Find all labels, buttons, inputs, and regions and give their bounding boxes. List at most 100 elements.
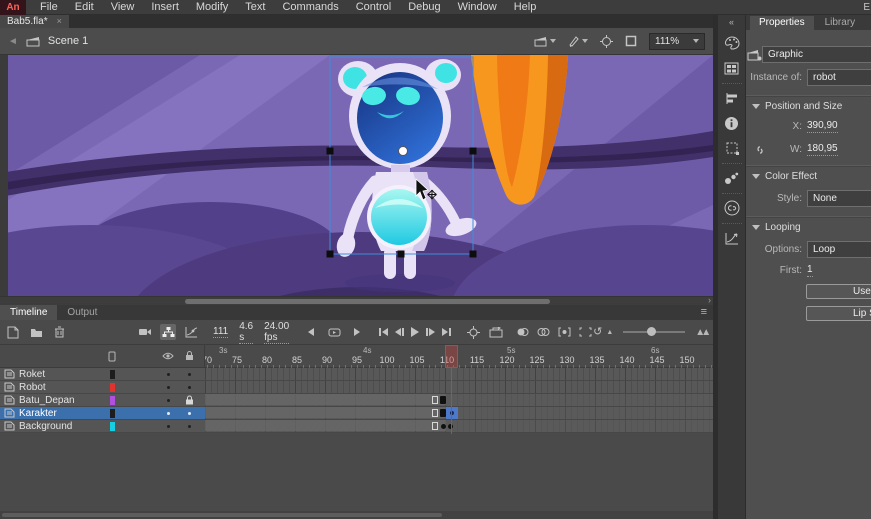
layer-lock-icon[interactable] bbox=[185, 395, 194, 405]
tab-properties[interactable]: Properties bbox=[750, 16, 814, 30]
use-frame-picker-button[interactable]: Use Fra bbox=[806, 284, 871, 299]
layer-visibility-dot[interactable] bbox=[167, 412, 170, 415]
edit-multiple-frames-button[interactable] bbox=[556, 324, 572, 340]
step-back-button[interactable] bbox=[303, 324, 319, 340]
delete-layer-button[interactable] bbox=[51, 324, 67, 340]
onion-skin-button[interactable] bbox=[514, 324, 530, 340]
clip-content-button[interactable] bbox=[625, 35, 637, 47]
onion-skin-outlines-button[interactable] bbox=[535, 324, 551, 340]
menu-view[interactable]: View bbox=[111, 0, 135, 15]
center-frame-button[interactable] bbox=[465, 324, 481, 340]
span-end-marker[interactable] bbox=[432, 422, 438, 430]
new-folder-button[interactable] bbox=[28, 324, 44, 340]
keyframe-marker[interactable] bbox=[440, 396, 446, 404]
step-forward-one-frame-button[interactable] bbox=[426, 328, 435, 336]
layer-row-karakter[interactable]: Karakter bbox=[0, 407, 205, 420]
panel-menu-icon[interactable]: ≡ bbox=[701, 305, 707, 320]
zoom-out-frames-icon[interactable]: ▲ bbox=[606, 329, 613, 336]
menu-edit[interactable]: Edit bbox=[75, 0, 94, 15]
tab-close-icon[interactable]: × bbox=[57, 15, 62, 28]
track-row-background[interactable] bbox=[205, 420, 713, 433]
layer-row-batu_depan[interactable]: Batu_Depan bbox=[0, 394, 205, 407]
color-panel-icon[interactable] bbox=[721, 32, 743, 54]
scrollbar-thumb[interactable] bbox=[2, 513, 442, 517]
visibility-column-icon[interactable] bbox=[162, 352, 174, 360]
go-to-first-frame-button[interactable] bbox=[379, 328, 388, 336]
symbol-type-select[interactable]: Graphic bbox=[762, 46, 871, 63]
transform-panel-icon[interactable] bbox=[721, 137, 743, 159]
current-frame-value[interactable]: 111 bbox=[213, 326, 228, 338]
playhead-marker[interactable] bbox=[445, 345, 458, 368]
cc-libraries-panel-icon[interactable] bbox=[721, 197, 743, 219]
track-row-robot[interactable] bbox=[205, 381, 713, 394]
frame-ruler[interactable]: 3s4s5s6s 7075808590951001051101151201251… bbox=[205, 345, 713, 368]
collapse-panels-icon[interactable]: « bbox=[729, 17, 734, 29]
back-arrow-icon[interactable]: ◄ bbox=[8, 36, 18, 47]
loop-playback-button[interactable] bbox=[326, 324, 342, 340]
menu-file[interactable]: File bbox=[40, 0, 58, 15]
brush-panel-icon[interactable] bbox=[721, 167, 743, 189]
link-width-height-icon[interactable] bbox=[754, 144, 766, 156]
camera-column-icon[interactable] bbox=[108, 351, 116, 362]
frame-span[interactable] bbox=[205, 394, 446, 405]
lip-syncing-button[interactable]: Lip S bbox=[806, 306, 871, 321]
scrollbar-thumb[interactable] bbox=[185, 299, 550, 304]
step-back-one-frame-button[interactable] bbox=[395, 328, 404, 336]
loop-options-select[interactable]: Loop bbox=[807, 241, 871, 258]
frame-span[interactable] bbox=[205, 420, 446, 431]
menu-window[interactable]: Window bbox=[458, 0, 497, 15]
zoom-in-frames-icon[interactable]: ▲▲ bbox=[695, 327, 707, 338]
section-color-effect[interactable]: Color Effect bbox=[746, 166, 871, 184]
step-forward-button[interactable] bbox=[349, 324, 365, 340]
scene-name[interactable]: Scene 1 bbox=[48, 35, 88, 47]
menu-commands[interactable]: Commands bbox=[282, 0, 338, 15]
menu-text[interactable]: Text bbox=[245, 0, 265, 15]
section-looping[interactable]: Looping bbox=[746, 217, 871, 235]
modify-markers-button[interactable] bbox=[577, 324, 593, 340]
instance-name-field[interactable]: robot bbox=[807, 69, 871, 86]
menu-modify[interactable]: Modify bbox=[196, 0, 228, 15]
stage-horizontal-scrollbar[interactable]: › bbox=[0, 296, 713, 305]
layer-lock-dot[interactable] bbox=[188, 386, 191, 389]
selected-frame-cell[interactable] bbox=[446, 407, 458, 419]
camera-button[interactable] bbox=[137, 324, 153, 340]
timeline-horizontal-scrollbar[interactable] bbox=[0, 511, 713, 519]
center-stage-button[interactable] bbox=[600, 35, 613, 48]
go-to-last-frame-button[interactable] bbox=[442, 328, 451, 336]
tab-timeline[interactable]: Timeline bbox=[0, 305, 57, 320]
document-tab[interactable]: Bab5.fla* × bbox=[0, 15, 69, 28]
graph-editor-button[interactable] bbox=[183, 324, 199, 340]
tab-output[interactable]: Output bbox=[57, 305, 107, 320]
style-select[interactable]: None bbox=[807, 190, 871, 207]
menu-debug[interactable]: Debug bbox=[408, 0, 440, 15]
layer-row-roket[interactable]: Roket bbox=[0, 368, 205, 381]
track-row-batu_depan[interactable] bbox=[205, 394, 713, 407]
menu-insert[interactable]: Insert bbox=[151, 0, 179, 15]
elapsed-time-value[interactable]: 4.6 s bbox=[239, 321, 253, 344]
layer-lock-dot[interactable] bbox=[188, 425, 191, 428]
layer-row-background[interactable]: Background bbox=[0, 420, 205, 433]
slider-knob[interactable] bbox=[647, 327, 656, 336]
layer-visibility-dot[interactable] bbox=[167, 399, 170, 402]
layer-visibility-dot[interactable] bbox=[167, 373, 170, 376]
edit-scene-button[interactable] bbox=[534, 36, 556, 47]
menu-help[interactable]: Help bbox=[514, 0, 537, 15]
motion-editor-panel-icon[interactable] bbox=[721, 227, 743, 249]
section-position-size[interactable]: Position and Size bbox=[746, 96, 871, 114]
layer-lock-dot[interactable] bbox=[188, 412, 191, 415]
zoom-level-select[interactable]: 111% bbox=[649, 33, 705, 50]
x-value[interactable]: 390,90 bbox=[807, 120, 838, 133]
layer-lock-dot[interactable] bbox=[188, 373, 191, 376]
layer-parenting-button[interactable] bbox=[160, 324, 176, 340]
animate-logo[interactable]: An bbox=[0, 0, 26, 15]
span-end-marker[interactable] bbox=[432, 409, 438, 417]
edit-symbols-button[interactable] bbox=[568, 35, 588, 47]
scrollbar-right-arrow-icon[interactable]: › bbox=[708, 295, 711, 305]
w-value[interactable]: 180,95 bbox=[807, 143, 838, 156]
layer-visibility-dot[interactable] bbox=[167, 425, 170, 428]
lock-column-icon[interactable] bbox=[185, 350, 194, 361]
track-row-roket[interactable] bbox=[205, 368, 713, 381]
first-frame-value[interactable]: 1 bbox=[807, 264, 813, 277]
swatches-panel-icon[interactable] bbox=[721, 57, 743, 79]
tab-library[interactable]: Library bbox=[816, 16, 865, 30]
